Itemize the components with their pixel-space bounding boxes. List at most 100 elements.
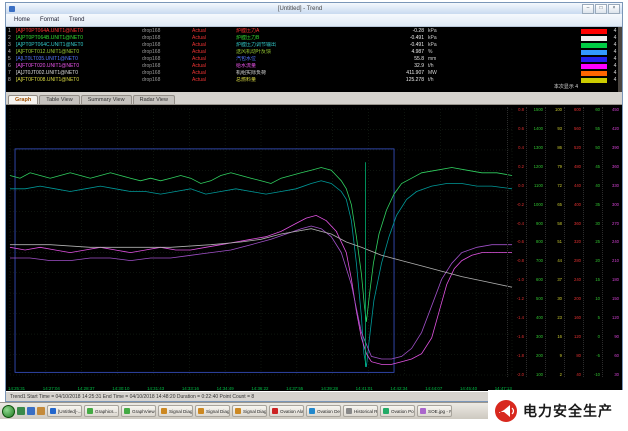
axis-tick-label: 1000	[527, 202, 543, 207]
taskbar-app-icon	[272, 408, 278, 414]
menu-home[interactable]: Home	[14, 17, 30, 23]
taskbar-app-icon	[87, 408, 93, 414]
value-axes: 0.80.60.40.20.0-0.2-0.4-0.6-0.8-1.0-1.2-…	[507, 107, 620, 377]
axis-tick-label: 5	[584, 315, 600, 320]
time-tick-label: 14:27:04	[43, 386, 60, 391]
taskbar-app-icon	[420, 408, 426, 414]
axis-tick-label: 1500	[527, 107, 543, 112]
signal-drop: drop168	[142, 35, 192, 42]
tab-summary-view[interactable]: Summary View	[81, 95, 132, 104]
taskbar-button[interactable]: Ovation Po...	[380, 405, 415, 417]
table-footer: 本次显示 4	[8, 84, 620, 90]
time-tick-label: 14:45:40	[460, 386, 477, 391]
taskbar-button[interactable]: [Untitled]-...	[47, 405, 82, 417]
axis-tick-label: 600	[527, 277, 543, 282]
axis-tick-label: 160	[565, 315, 581, 320]
axis-tick-label: 360	[565, 221, 581, 226]
time-axis: 14:25:3114:27:0414:28:3714:30:1014:31:43…	[8, 386, 512, 391]
signal-drop: drop168	[142, 56, 192, 63]
quick-launch-icon[interactable]	[17, 407, 25, 415]
signal-drop: drop168	[142, 77, 192, 84]
axis-tick-label: 44	[546, 258, 562, 263]
axis-tick-label: 40	[565, 372, 581, 377]
signal-description: 给水流量	[236, 63, 364, 70]
close-button[interactable]: ×	[608, 4, 620, 14]
row-index: 4	[8, 49, 16, 56]
row-index: 5	[8, 56, 16, 63]
axis-tick-label: 93	[546, 126, 562, 131]
legend-color-chip	[581, 50, 607, 55]
window-controls: – □ ×	[582, 4, 620, 14]
menu-format[interactable]: Format	[40, 17, 59, 23]
table-row[interactable]: 2[A]PT0PT064B.UNIT1@NET0drop168Actual炉膛压…	[8, 35, 620, 42]
trend-plot	[8, 107, 514, 385]
signal-name: [A]FT0FT020.UNIT1@NET0	[16, 63, 142, 70]
taskbar-button[interactable]: GraphView	[121, 405, 156, 417]
axis-tick-label: 9	[546, 353, 562, 358]
signal-type: Actual	[192, 42, 236, 49]
axis-tick-label: 390	[603, 145, 619, 150]
table-row[interactable]: 1[A]PT0PT064A.UNIT1@NET0drop168Actual炉膛压…	[8, 28, 620, 35]
axis-tick-label: 72	[546, 183, 562, 188]
watermark: 电力安全生产	[488, 390, 628, 431]
axis-tick-label: 30	[546, 296, 562, 301]
trend-chart[interactable]: 14:25:3114:27:0414:28:3714:30:1014:31:43…	[6, 105, 622, 391]
quick-launch-icon[interactable]	[37, 407, 45, 415]
axis-tick-label: 330	[603, 183, 619, 188]
signal-table: 1[A]PT0PT064A.UNIT1@NET0drop168Actual炉膛压…	[6, 27, 622, 92]
table-row[interactable]: 6[A]FT0FT020.UNIT1@NET0drop168Actual给水流量…	[8, 63, 620, 70]
axis-tick-label: 37	[546, 277, 562, 282]
title-bar[interactable]: [Untitled] - Trend – □ ×	[6, 3, 622, 14]
table-row[interactable]: 7[A]JT0JT002.UNIT1@NET0drop168Actual机组实际…	[8, 70, 620, 77]
taskbar-button-label: Ovation Ala...	[280, 409, 304, 414]
signal-description: 总燃料量	[236, 77, 364, 84]
axis-tick-label: 500	[527, 296, 543, 301]
taskbar-button[interactable]: Ovation Ala...	[269, 405, 304, 417]
menu-trend[interactable]: Trend	[69, 17, 84, 23]
axis-tick-label: 300	[603, 202, 619, 207]
taskbar-button[interactable]: Historical R...	[343, 405, 378, 417]
axis-tick-label: 16	[546, 334, 562, 339]
axis-tick-label: 180	[603, 277, 619, 282]
signal-value: -0.28	[364, 28, 424, 35]
axis-tick-label: 1100	[527, 183, 543, 188]
time-tick-label: 14:41:01	[356, 386, 373, 391]
taskbar-button[interactable]: Signal Diagr...	[158, 405, 193, 417]
value-axis: 4504203903603303002702402101801501209060…	[602, 107, 620, 377]
taskbar-button[interactable]: Ovation De...	[306, 405, 341, 417]
taskbar-button-label: Graphics...	[95, 409, 117, 414]
time-tick-label: 14:36:22	[251, 386, 268, 391]
axis-tick-label: 800	[527, 239, 543, 244]
axis-tick-label: 23	[546, 315, 562, 320]
screen: [Untitled] - Trend – □ × Home Format Trend…	[0, 0, 628, 431]
taskbar-button[interactable]: SOE.jpg - P...	[417, 405, 452, 417]
taskbar-button[interactable]: Signal Diagr...	[232, 405, 267, 417]
signal-unit: kPa	[424, 35, 460, 42]
maximize-button[interactable]: □	[595, 4, 607, 14]
taskbar-button[interactable]: Graphics...	[84, 405, 119, 417]
taskbar-app-icon	[235, 408, 241, 414]
tab-table-view[interactable]: Table View	[39, 95, 80, 104]
table-row[interactable]: 4[A]FT0FT012.UNIT1@NET0drop168Actual送风机动…	[8, 49, 620, 56]
quick-launch-icon[interactable]	[27, 407, 35, 415]
signal-description: 汽包水位	[236, 56, 364, 63]
table-row[interactable]: 5[A]LT0LT035.UNIT1@NET0drop168Actual汽包水位…	[8, 56, 620, 63]
axis-tick-label: -1.4	[508, 315, 524, 320]
tab-radar-view[interactable]: Radar View	[133, 95, 175, 104]
axis-tick-label: 420	[603, 126, 619, 131]
axis-tick-label: 45	[584, 164, 600, 169]
table-scrollbar[interactable]	[618, 27, 622, 92]
axis-tick-label: -1.8	[508, 353, 524, 358]
tab-graph[interactable]: Graph	[8, 95, 38, 104]
axis-tick-label: 0.8	[508, 107, 524, 112]
start-button[interactable]	[2, 405, 15, 418]
signal-drop: drop168	[142, 42, 192, 49]
axis-tick-label: 300	[527, 334, 543, 339]
table-row[interactable]: 3[A]PT0PT064C.UNIT1@NET0drop168Actual炉膛压…	[8, 42, 620, 49]
axis-tick-label: 280	[565, 258, 581, 263]
table-row[interactable]: 8[A]FT0FT008.UNIT1@NET0drop168Actual总燃料量…	[8, 77, 620, 84]
row-index: 3	[8, 42, 16, 49]
taskbar-button[interactable]: Signal Diagr...	[195, 405, 230, 417]
signal-value: 125.278	[364, 77, 424, 84]
minimize-button[interactable]: –	[582, 4, 594, 14]
